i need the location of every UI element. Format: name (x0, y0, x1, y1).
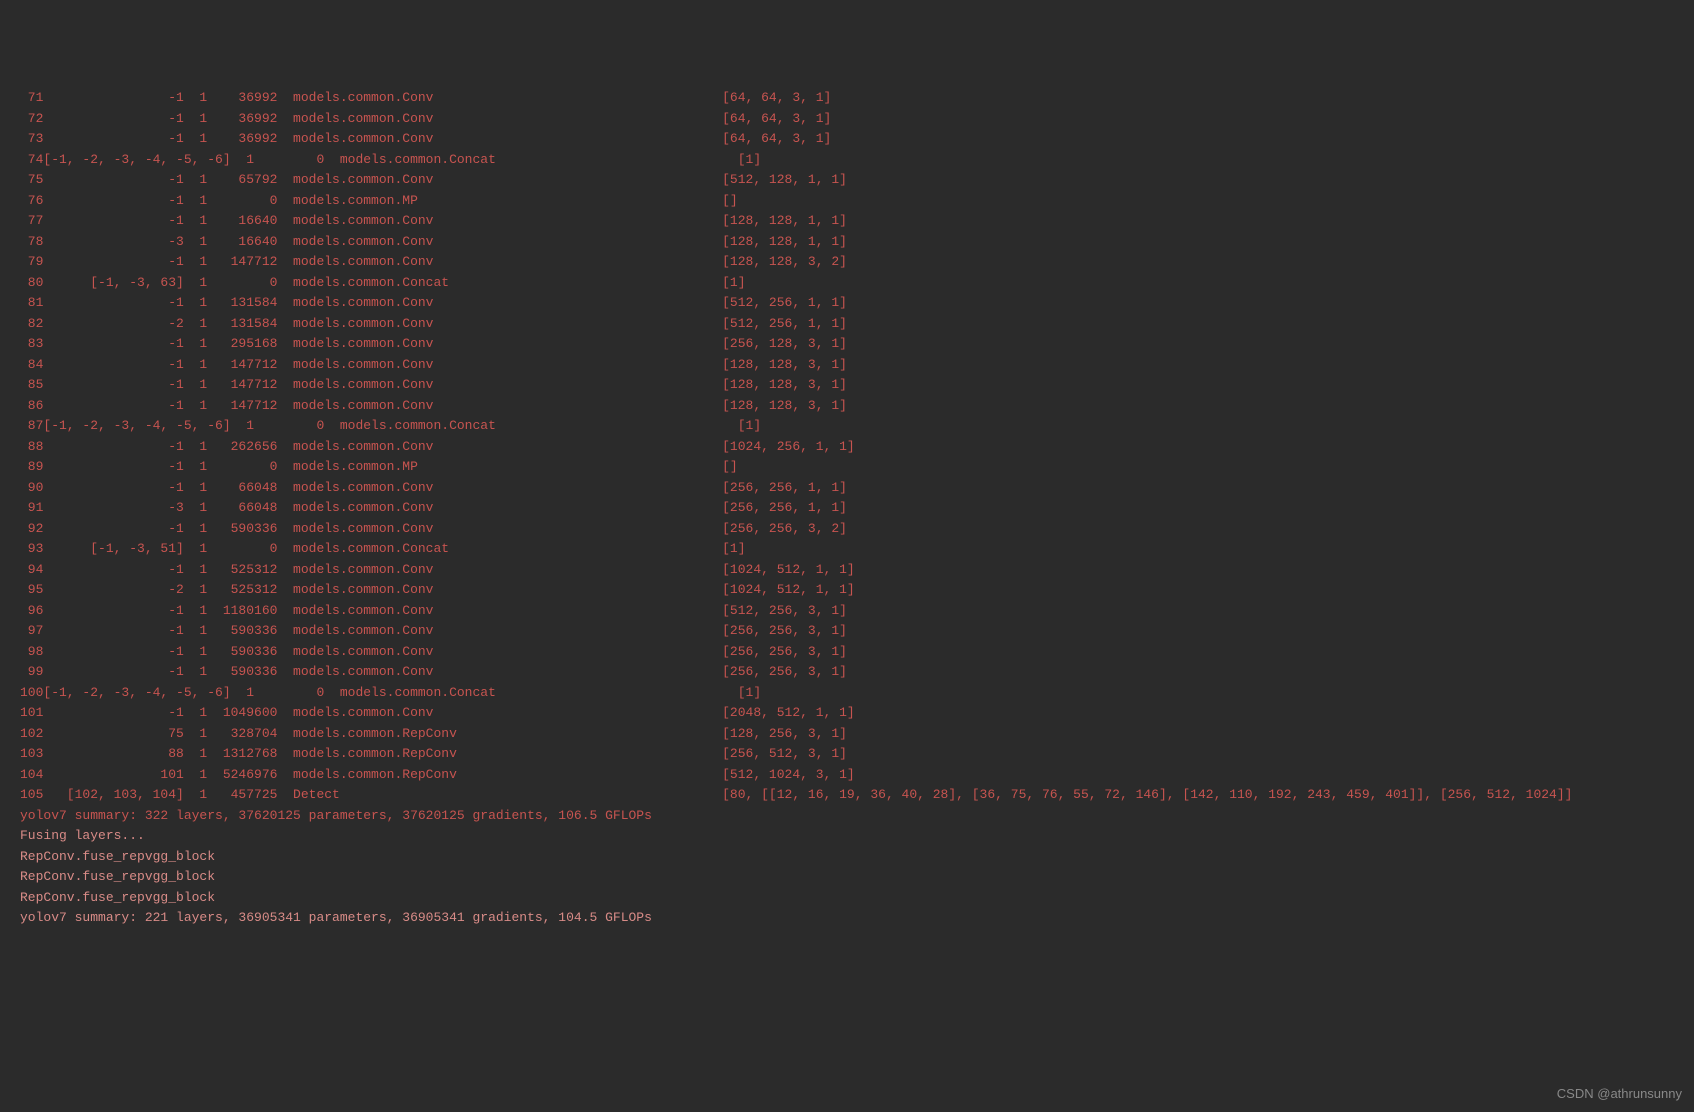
model-row: 76 -1 1 0 models.common.MP [] (20, 191, 1674, 212)
model-row: 83 -1 1 295168 models.common.Conv [256, … (20, 334, 1674, 355)
model-row: 78 -3 1 16640 models.common.Conv [128, 1… (20, 232, 1674, 253)
model-row: 85 -1 1 147712 models.common.Conv [128, … (20, 375, 1674, 396)
model-row: 71 -1 1 36992 models.common.Conv [64, 64… (20, 88, 1674, 109)
model-row: 93 [-1, -3, 51] 1 0 models.common.Concat… (20, 539, 1674, 560)
model-row: 84 -1 1 147712 models.common.Conv [128, … (20, 355, 1674, 376)
watermark: CSDN @athrunsunny (1557, 1084, 1682, 1105)
tail-line: RepConv.fuse_repvgg_block (20, 847, 1674, 868)
model-row: 94 -1 1 525312 models.common.Conv [1024,… (20, 560, 1674, 581)
model-row: 91 -3 1 66048 models.common.Conv [256, 2… (20, 498, 1674, 519)
model-row: 97 -1 1 590336 models.common.Conv [256, … (20, 621, 1674, 642)
console-output: 71 -1 1 36992 models.common.Conv [64, 64… (20, 88, 1674, 929)
model-row: 87[-1, -2, -3, -4, -5, -6] 1 0 models.co… (20, 416, 1674, 437)
model-row: 74[-1, -2, -3, -4, -5, -6] 1 0 models.co… (20, 150, 1674, 171)
model-row: 81 -1 1 131584 models.common.Conv [512, … (20, 293, 1674, 314)
model-row: 79 -1 1 147712 models.common.Conv [128, … (20, 252, 1674, 273)
model-row: 102 75 1 328704 models.common.RepConv [1… (20, 724, 1674, 745)
summary-line: yolov7 summary: 322 layers, 37620125 par… (20, 806, 1674, 827)
model-row: 86 -1 1 147712 models.common.Conv [128, … (20, 396, 1674, 417)
model-row: 100[-1, -2, -3, -4, -5, -6] 1 0 models.c… (20, 683, 1674, 704)
model-row: 103 88 1 1312768 models.common.RepConv [… (20, 744, 1674, 765)
model-row: 82 -2 1 131584 models.common.Conv [512, … (20, 314, 1674, 335)
model-row: 88 -1 1 262656 models.common.Conv [1024,… (20, 437, 1674, 458)
model-row: 72 -1 1 36992 models.common.Conv [64, 64… (20, 109, 1674, 130)
tail-line: RepConv.fuse_repvgg_block (20, 888, 1674, 909)
model-row: 75 -1 1 65792 models.common.Conv [512, 1… (20, 170, 1674, 191)
model-row: 80 [-1, -3, 63] 1 0 models.common.Concat… (20, 273, 1674, 294)
model-row: 77 -1 1 16640 models.common.Conv [128, 1… (20, 211, 1674, 232)
model-row: 73 -1 1 36992 models.common.Conv [64, 64… (20, 129, 1674, 150)
model-row: 104 101 1 5246976 models.common.RepConv … (20, 765, 1674, 786)
model-row: 101 -1 1 1049600 models.common.Conv [204… (20, 703, 1674, 724)
model-row: 89 -1 1 0 models.common.MP [] (20, 457, 1674, 478)
tail-line: yolov7 summary: 221 layers, 36905341 par… (20, 908, 1674, 929)
model-row: 90 -1 1 66048 models.common.Conv [256, 2… (20, 478, 1674, 499)
model-row: 99 -1 1 590336 models.common.Conv [256, … (20, 662, 1674, 683)
model-row: 95 -2 1 525312 models.common.Conv [1024,… (20, 580, 1674, 601)
model-row: 96 -1 1 1180160 models.common.Conv [512,… (20, 601, 1674, 622)
tail-line: Fusing layers... (20, 826, 1674, 847)
model-row: 92 -1 1 590336 models.common.Conv [256, … (20, 519, 1674, 540)
tail-line: RepConv.fuse_repvgg_block (20, 867, 1674, 888)
model-row: 98 -1 1 590336 models.common.Conv [256, … (20, 642, 1674, 663)
model-row: 105 [102, 103, 104] 1 457725 Detect [80,… (20, 785, 1674, 806)
